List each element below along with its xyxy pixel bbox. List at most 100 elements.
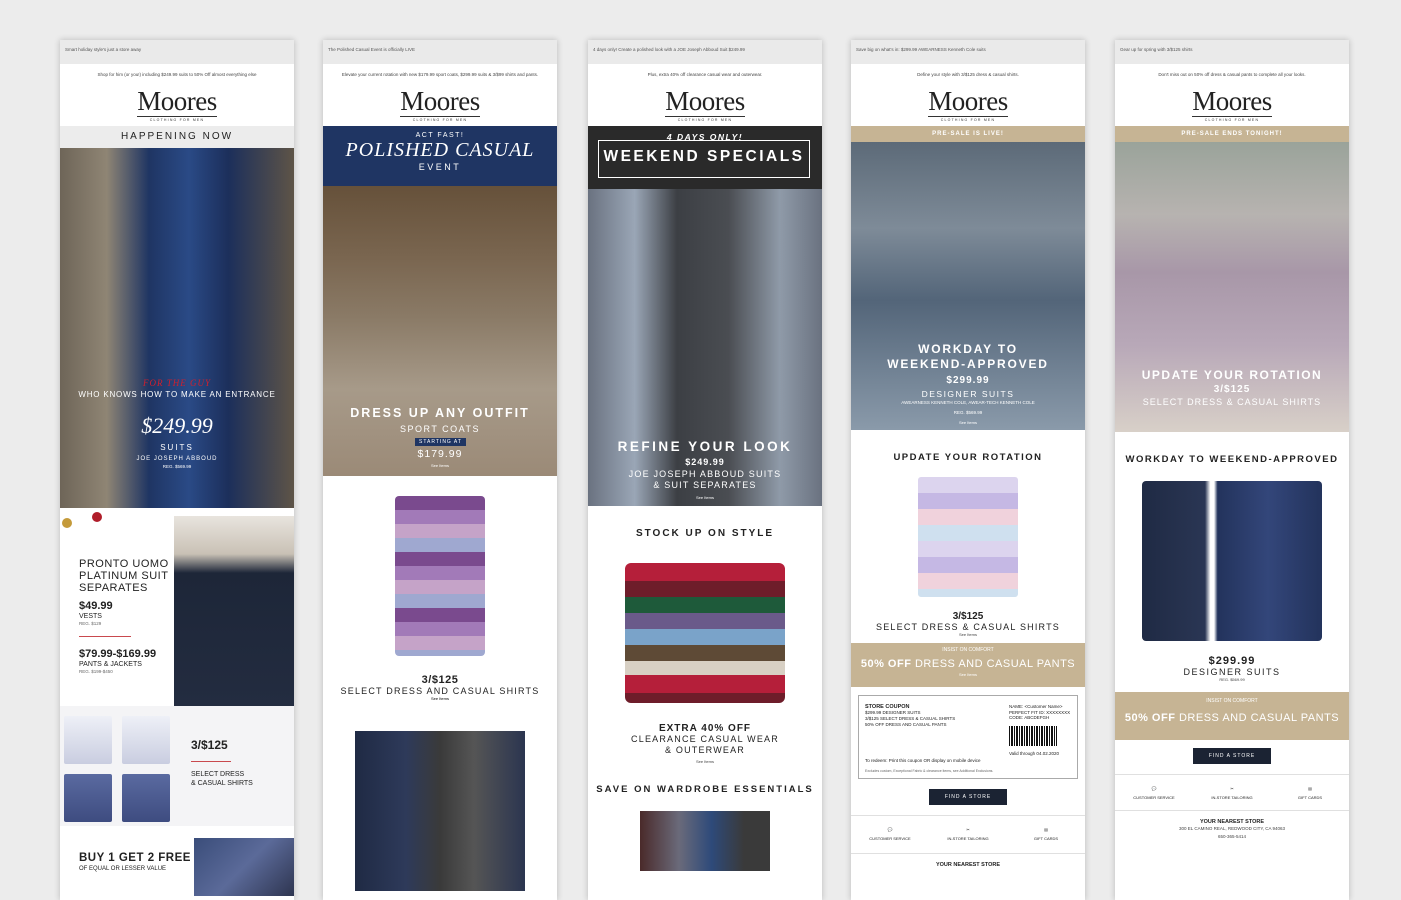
see-items-link[interactable]: See Items xyxy=(588,759,822,764)
shirts-promo[interactable]: 3/$125 SELECT DRESS & CASUAL SHIRTS xyxy=(60,706,294,826)
hero-product: DESIGNER SUITS xyxy=(921,389,1015,399)
see-items-link[interactable]: See Items xyxy=(851,632,1085,637)
model-image xyxy=(174,516,294,706)
ornament-icon xyxy=(62,518,72,528)
see-items-link[interactable]: See Items xyxy=(851,420,1085,425)
hero-product: SPORT COATS xyxy=(399,424,480,434)
weekend-banner: 4 DAYS ONLY! WEEKEND SPECIALS xyxy=(588,126,822,189)
preheader: Save big on what's in: $299.99 AWEARNESS… xyxy=(851,40,1085,64)
gift-card-icon: ▤ xyxy=(1044,827,1048,832)
subline: Shop for him (or you!) including $249.99… xyxy=(97,72,257,77)
customer-service-icon: 💬 xyxy=(887,827,893,832)
tailoring-link[interactable]: ✂ IN-STORE TAILORING xyxy=(1202,783,1262,800)
vest-label: VESTS xyxy=(79,613,102,620)
subline: Elevate your current rotation with new $… xyxy=(341,72,539,77)
shirt-image xyxy=(64,774,112,822)
comfort-kicker: INSIST ON COMFORT xyxy=(942,647,994,653)
pants-label: PANTS & JACKETS xyxy=(79,661,142,668)
hero-product: SUITS xyxy=(160,443,194,452)
see-items-link[interactable]: See Items xyxy=(323,696,557,701)
customer-service-link[interactable]: 💬 CUSTOMER SERVICE xyxy=(860,824,920,841)
subline: Don't miss out on 50% off dress & casual… xyxy=(1158,72,1306,77)
hero-headline: DRESS UP ANY OUTFIT xyxy=(350,406,530,420)
gift-cards-link[interactable]: ▤ GIFT CARDS xyxy=(1280,783,1340,800)
find-a-store-button[interactable]: FIND A STORE xyxy=(929,789,1007,805)
comfort-promo[interactable]: INSIST ON COMFORT 50% OFF DRESS AND CASU… xyxy=(851,643,1085,687)
vest-reg: REG. $129 xyxy=(79,621,102,626)
hero-price: $299.99 xyxy=(946,375,990,386)
hero-image-suit[interactable]: WORKDAY TO WEEKEND-APPROVED $299.99 DESI… xyxy=(851,142,1085,430)
offer-sub: CLEARANCE CASUAL WEAR & OUTERWEAR xyxy=(631,734,779,755)
pre-sale-band: PRE-SALE ENDS TONIGHT! xyxy=(1115,126,1349,142)
ties-image xyxy=(194,838,294,896)
gift-card-icon: ▤ xyxy=(1308,786,1312,791)
comfort-promo[interactable]: INSIST ON COMFORT 50% OFF DRESS AND CASU… xyxy=(1115,692,1349,740)
coupon-code: CODE: ABCDEFGH xyxy=(1009,715,1050,720)
banner-kicker: ACT FAST! xyxy=(415,132,465,139)
preheader: The Polished Casual Event is officially … xyxy=(323,40,557,64)
pronto-uomo-promo[interactable]: PRONTO UOMO PLATINUM SUIT SEPARATES $49.… xyxy=(60,508,294,706)
hero-reg-price: REG. $569.99 xyxy=(953,410,983,415)
customer-service-icon: 💬 xyxy=(1151,786,1157,791)
shirts-price: 3/$125 xyxy=(191,738,228,752)
see-items-link[interactable]: See Items xyxy=(588,495,822,500)
preheader: Gear up for spring with 3/$125 shirts xyxy=(1115,40,1349,64)
section-title: UPDATE YOUR ROTATION xyxy=(893,452,1043,463)
email-preview-weekend-specials[interactable]: 4 days only! Create a polished look with… xyxy=(588,40,822,900)
section-title: STOCK UP ON STYLE xyxy=(635,528,775,539)
subline: Define your style with 3/$125 dress & ca… xyxy=(917,72,1019,77)
email-preview-holiday[interactable]: Smart holiday style's just a store away … xyxy=(60,40,294,900)
email-preview-pre-sale-ends[interactable]: Gear up for spring with 3/$125 shirts Do… xyxy=(1115,40,1349,900)
store-coupon: STORE COUPON $299.99 DESIGNER SUITS 3/$125… xyxy=(858,695,1078,779)
see-items-link[interactable]: See Items xyxy=(323,463,557,468)
banner-frame: WEEKEND SPECIALS xyxy=(598,140,810,178)
happening-now-band: HAPPENING NOW xyxy=(60,126,294,148)
hero-price: $179.99 xyxy=(417,448,463,460)
preheader: Smart holiday style's just a store away xyxy=(60,40,294,64)
shirt-image xyxy=(122,774,170,822)
find-a-store-button[interactable]: FIND A STORE xyxy=(1193,748,1271,764)
shirts-price: 3/$125 xyxy=(952,611,984,622)
hero-product: SELECT DRESS & CASUAL SHIRTS xyxy=(1142,397,1322,407)
divider xyxy=(191,761,231,762)
email-preview-pre-sale[interactable]: Save big on what's in: $299.99 AWEARNESS… xyxy=(851,40,1085,900)
hero-headline: UPDATE YOUR ROTATION xyxy=(1141,368,1323,382)
moores-logo: Moores CLOTHING FOR MEN xyxy=(400,86,480,122)
shirts-price: 3/$125 xyxy=(421,674,459,686)
gift-cards-link[interactable]: ▤ GIFT CARDS xyxy=(1016,824,1076,841)
comfort-label: DRESS AND CASUAL PANTS xyxy=(1175,712,1340,724)
email-preview-polished-casual[interactable]: The Polished Casual Event is officially … xyxy=(323,40,557,900)
hero-image-suit[interactable]: FOR THE GUY WHO KNOWS HOW TO MAKE AN ENT… xyxy=(60,148,294,508)
tailoring-icon: ✂ xyxy=(1230,786,1234,791)
coupon-name: NAME: <Customer Name> xyxy=(1009,704,1063,709)
suits-label: DESIGNER SUITS xyxy=(1183,667,1281,677)
banner-event: EVENT xyxy=(418,162,462,172)
see-items-link[interactable]: See Items xyxy=(851,672,1085,677)
sweater-stack-image xyxy=(625,563,785,703)
hero-headline: WORKDAY TO WEEKEND-APPROVED xyxy=(887,342,1049,371)
comfort-label: DRESS AND CASUAL PANTS xyxy=(911,658,1076,670)
hero-image-suit[interactable]: REFINE YOUR LOOK $249.99 JOE JOSEPH ABBO… xyxy=(588,189,822,506)
shirt-image xyxy=(122,716,170,764)
hero-brand: AWEARNESS KENNETH COLE, AWEAR-TECH KENNE… xyxy=(901,400,1035,405)
coupon-valid: Valid through 04.02.2020 xyxy=(1009,751,1059,756)
coupon-line: 3/$125 SELECT DRESS & CASUAL SHIRTS xyxy=(865,716,956,721)
service-icons: 💬 CUSTOMER SERVICE ✂ IN-STORE TAILORING ▤ G… xyxy=(1115,774,1349,800)
store-address: 300 EL CAMINO REAL, REDWOOD CITY, CA 940… xyxy=(1178,826,1286,831)
hero-image-sport-coat[interactable]: DRESS UP ANY OUTFIT SPORT COATS STARTING… xyxy=(323,186,557,476)
coupon-redeem: To redeem: Print this coupon OR display … xyxy=(865,758,981,763)
moores-logo: Moores CLOTHING FOR MEN xyxy=(1192,86,1272,122)
hero-product: JOE JOSEPH ABBOUD SUITS & SUIT SEPARATES xyxy=(628,469,782,490)
store-phone: 650-365-5414 xyxy=(1217,834,1247,839)
hero-kicker: FOR THE GUY xyxy=(142,378,211,388)
moores-logo: Moores CLOTHING FOR MEN xyxy=(665,86,745,122)
service-icons: 💬 CUSTOMER SERVICE ✂ IN-STORE TAILORING ▤ G… xyxy=(851,815,1085,841)
bogo-promo[interactable]: BUY 1 GET 2 FREE OF EQUAL OR LESSER VALU… xyxy=(60,826,294,896)
tailoring-link[interactable]: ✂ IN-STORE TAILORING xyxy=(938,824,998,841)
hero-headline: REFINE YOUR LOOK xyxy=(617,439,793,454)
customer-service-link[interactable]: 💬 CUSTOMER SERVICE xyxy=(1124,783,1184,800)
divider xyxy=(79,636,131,637)
hero-image-shirt[interactable]: UPDATE YOUR ROTATION 3/$125 SELECT DRESS… xyxy=(1115,142,1349,432)
coupon-fit-id: PERFECT FIT ID: XXXXXXXX xyxy=(1009,709,1071,715)
nearest-store-title: YOUR NEAREST STORE xyxy=(1115,810,1349,825)
